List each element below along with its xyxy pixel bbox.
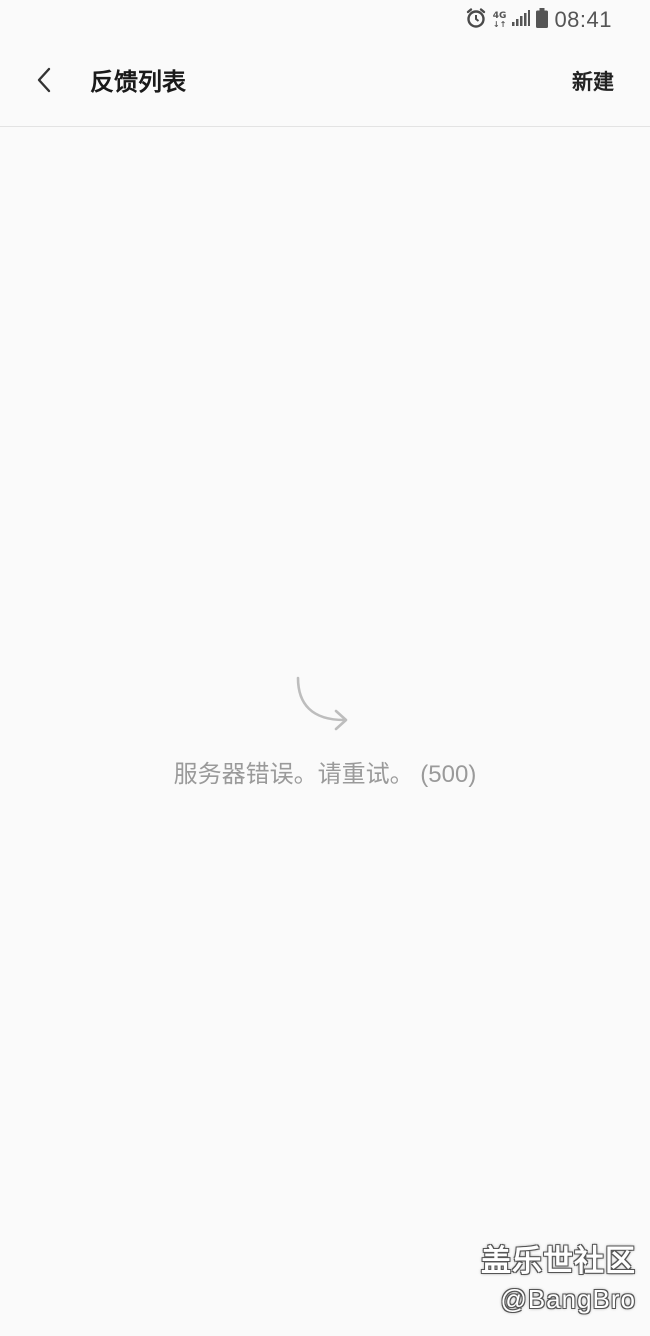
watermark-site: 盖乐世社区 — [481, 1244, 636, 1279]
error-state: 服务器错误。请重试。 (500) — [0, 670, 650, 792]
network-4g-icon: 4G ↓↑ — [492, 11, 507, 29]
back-button[interactable] — [24, 62, 64, 102]
status-icons: 4G ↓↑ 08:41 — [465, 6, 612, 34]
screen: 4G ↓↑ 08:41 反馈列表 新建 服务器错误。请重试。 (500) 盖乐世… — [0, 0, 650, 1336]
redo-arrow-icon[interactable] — [0, 670, 650, 740]
error-message: 服务器错误。请重试。 (500) — [173, 761, 477, 788]
app-bar: 反馈列表 新建 — [0, 40, 650, 127]
data-activity-icon: ↓↑ — [492, 19, 507, 29]
status-bar: 4G ↓↑ 08:41 — [0, 0, 650, 40]
alarm-icon — [465, 7, 487, 33]
new-feedback-button[interactable]: 新建 — [572, 64, 614, 100]
status-time: 08:41 — [554, 7, 612, 32]
battery-icon — [536, 8, 549, 32]
chevron-left-icon — [34, 66, 54, 98]
watermark-user: @BangBro — [500, 1284, 636, 1314]
page-title: 反馈列表 — [90, 68, 186, 96]
watermark: 盖乐世社区 @BangBro — [481, 1242, 636, 1316]
signal-icon — [512, 10, 531, 30]
